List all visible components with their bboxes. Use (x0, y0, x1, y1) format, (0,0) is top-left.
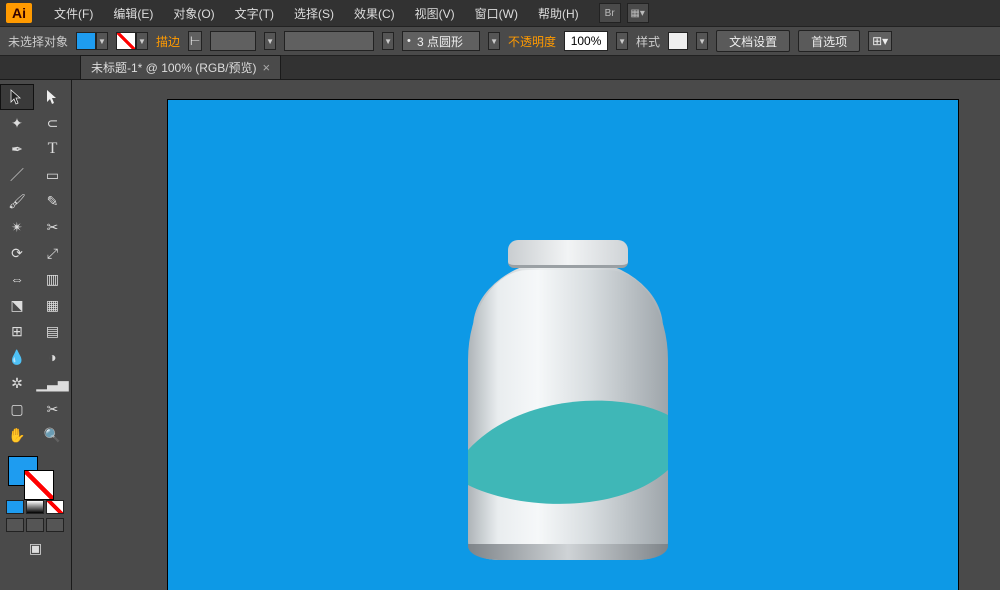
eraser-tool[interactable]: ✂ (36, 214, 70, 240)
symbol-sprayer-tool[interactable]: ✲ (0, 370, 34, 396)
draw-behind-icon[interactable] (26, 518, 44, 532)
selection-tool[interactable] (0, 84, 34, 110)
draw-inside-icon[interactable] (46, 518, 64, 532)
preferences-button[interactable]: 首选项 (798, 30, 860, 52)
menu-help[interactable]: 帮助(H) (528, 1, 589, 26)
blend-tool[interactable]: ◑ (36, 344, 70, 370)
screen-mode-tool[interactable]: ▣ (0, 534, 71, 562)
direct-selection-tool[interactable] (36, 84, 70, 110)
graphic-style-swatch[interactable] (668, 32, 688, 50)
color-mode-icon[interactable] (6, 500, 24, 514)
fill-dropdown[interactable]: ▼ (96, 32, 108, 50)
close-tab-icon[interactable]: × (263, 60, 271, 75)
brush-dropdown[interactable]: ▼ (488, 32, 500, 50)
brush-definition[interactable]: • 3 点圆形 (402, 31, 480, 51)
pen-tool[interactable]: ✒ (0, 136, 34, 162)
blob-brush-tool[interactable]: ✴ (0, 214, 34, 240)
canvas-area[interactable] (72, 80, 1000, 590)
stroke-swatch[interactable] (116, 32, 136, 50)
scale-tool[interactable]: ⤢ (36, 240, 70, 266)
eyedropper-tool[interactable]: 💧 (0, 344, 34, 370)
artboard[interactable] (168, 100, 958, 590)
menu-bar: Ai 文件(F) 编辑(E) 对象(O) 文字(T) 选择(S) 效果(C) 视… (0, 0, 1000, 26)
stroke-dropdown[interactable]: ▼ (136, 32, 148, 50)
magic-wand-tool[interactable]: ✦ (0, 110, 34, 136)
menu-object[interactable]: 对象(O) (163, 1, 224, 26)
graphic-style-dropdown[interactable]: ▼ (696, 32, 708, 50)
style-label: 样式 (636, 33, 660, 50)
opacity-label: 不透明度 (508, 33, 556, 50)
align-to-icon[interactable]: ⊞▾ (868, 31, 892, 51)
pencil-tool[interactable]: ✎ (36, 188, 70, 214)
tools-panel: ✦ ⊂ ✒ T ／ ▭ 🖌 ✎ ✴ ✂ ⟳ ⤢ ⇔ ▥ ⬔ ▦ ⊞ ▤ 💧 ◑ … (0, 80, 72, 590)
menu-window[interactable]: 窗口(W) (465, 1, 528, 26)
slice-tool[interactable]: ✂ (36, 396, 70, 422)
menu-type[interactable]: 文字(T) (225, 1, 284, 26)
stroke-weight-link-icon[interactable]: ⊢ (188, 31, 202, 51)
rotate-tool[interactable]: ⟳ (0, 240, 34, 266)
stroke-color-icon[interactable] (24, 470, 54, 500)
mesh-tool[interactable]: ⊞ (0, 318, 34, 344)
zoom-tool[interactable]: 🔍 (36, 422, 70, 448)
fill-swatch[interactable] (76, 32, 96, 50)
rectangle-tool[interactable]: ▭ (36, 162, 70, 188)
can-base-shape (468, 544, 668, 560)
width-tool[interactable]: ⇔ (0, 266, 34, 292)
document-tab[interactable]: 未标题-1* @ 100% (RGB/预览) × (80, 55, 281, 79)
menu-select[interactable]: 选择(S) (284, 1, 344, 26)
stroke-weight-field[interactable] (210, 31, 256, 51)
can-lid-shape (508, 240, 628, 268)
paintbrush-tool[interactable]: 🖌 (0, 188, 34, 214)
opacity-field[interactable]: 100% (564, 31, 608, 51)
lasso-tool[interactable]: ⊂ (36, 110, 70, 136)
type-tool[interactable]: T (36, 136, 70, 162)
menu-view[interactable]: 视图(V) (405, 1, 465, 26)
perspective-grid-tool[interactable]: ▦ (36, 292, 70, 318)
app-logo: Ai (6, 3, 32, 23)
variable-width-dropdown[interactable]: ▼ (382, 32, 394, 50)
none-mode-icon[interactable] (46, 500, 64, 514)
line-segment-tool[interactable]: ／ (0, 162, 34, 188)
arrange-documents-icon[interactable]: ▦▾ (627, 3, 649, 23)
menu-file[interactable]: 文件(F) (44, 1, 103, 26)
menu-effect[interactable]: 效果(C) (344, 1, 405, 26)
workspace: ✦ ⊂ ✒ T ／ ▭ 🖌 ✎ ✴ ✂ ⟳ ⤢ ⇔ ▥ ⬔ ▦ ⊞ ▤ 💧 ◑ … (0, 80, 1000, 590)
selection-indicator: 未选择对象 (8, 33, 68, 50)
opacity-dropdown[interactable]: ▼ (616, 32, 628, 50)
options-bar: 未选择对象 ▼ ▼ 描边 ⊢ ▼ ▼ • 3 点圆形 ▼ 不透明度 100% ▼… (0, 26, 1000, 56)
stroke-weight-dropdown[interactable]: ▼ (264, 32, 276, 50)
stroke-label: 描边 (156, 33, 180, 50)
bridge-icon[interactable]: Br (599, 3, 621, 23)
can-label-shape (468, 390, 668, 510)
document-setup-button[interactable]: 文档设置 (716, 30, 790, 52)
can-illustration[interactable] (468, 240, 668, 560)
artboard-tool[interactable]: ▢ (0, 396, 34, 422)
free-transform-tool[interactable]: ▥ (36, 266, 70, 292)
menu-edit[interactable]: 编辑(E) (103, 1, 163, 26)
variable-width-profile[interactable] (284, 31, 374, 51)
shape-builder-tool[interactable]: ⬔ (0, 292, 34, 318)
document-tab-title: 未标题-1* @ 100% (RGB/预览) (91, 59, 257, 76)
gradient-tool[interactable]: ▤ (36, 318, 70, 344)
gradient-mode-icon[interactable] (26, 500, 44, 514)
fill-stroke-control[interactable] (0, 454, 71, 498)
draw-normal-icon[interactable] (6, 518, 24, 532)
document-tab-bar: 未标题-1* @ 100% (RGB/预览) × (0, 56, 1000, 80)
hand-tool[interactable]: ✋ (0, 422, 34, 448)
column-graph-tool[interactable]: ▁▃▅ (36, 370, 70, 396)
